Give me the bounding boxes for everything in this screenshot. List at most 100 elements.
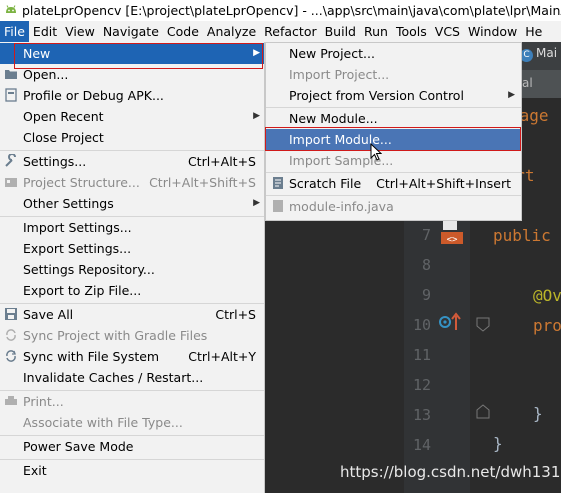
file-menu-item-label: New [23, 46, 51, 61]
watermark-text: https://blog.csdn.net/dwh1314 [340, 463, 561, 481]
file-menu-item-label: Sync Project with Gradle Files [23, 328, 208, 343]
file-menu-item-label: Associate with File Type... [23, 415, 183, 430]
file-menu-item-label: Invalidate Caches / Restart... [23, 370, 204, 385]
submenu-item-shortcut: Ctrl+Alt+Shift+Insert [376, 176, 511, 191]
fold-end-icon[interactable] [475, 404, 491, 420]
file-menu-item-power-save[interactable]: Power Save Mode [0, 436, 264, 457]
file-menu-item-label: Print... [23, 394, 64, 409]
gradle-sync-icon [4, 328, 18, 342]
new-submenu-item-scratch-file[interactable]: Scratch File Ctrl+Alt+Shift+Insert [266, 173, 521, 194]
menu-file[interactable]: File [0, 21, 29, 42]
save-icon [4, 307, 18, 321]
line-number: 9 [421, 286, 431, 304]
submenu-arrow-icon: ▶ [253, 198, 260, 208]
line-number: 7 [421, 226, 431, 244]
file-menu-item-label: Export Settings... [23, 241, 132, 256]
menu-window[interactable]: Window [464, 21, 521, 42]
submenu-item-label: New Project... [289, 46, 375, 61]
new-submenu-item-new-project[interactable]: New Project... [266, 43, 521, 64]
file-menu-item-settings[interactable]: Settings... Ctrl+Alt+S [0, 151, 264, 172]
submenu-item-label: New Module... [289, 111, 378, 126]
file-menu-item-project-structure[interactable]: Project Structure... Ctrl+Alt+Shift+S [0, 172, 264, 193]
menu-code[interactable]: Code [163, 21, 203, 42]
override-gutter-icon[interactable] [437, 310, 461, 334]
file-menu-item-sync-gradle[interactable]: Sync Project with Gradle Files [0, 325, 264, 346]
java-file-icon [271, 199, 285, 213]
android-studio-icon [6, 4, 16, 13]
wrench-icon [4, 153, 18, 168]
new-submenu-item-import-sample[interactable]: Import Sample... [266, 150, 521, 171]
file-menu-item-label: Power Save Mode [23, 439, 134, 454]
file-menu-item-label: Project Structure... [23, 175, 140, 190]
file-menu-item-profile-apk[interactable]: Profile or Debug APK... [0, 85, 264, 106]
submenu-item-label: Scratch File [289, 176, 362, 191]
menu-analyze[interactable]: Analyze [203, 21, 260, 42]
file-menu-item-sync-filesystem[interactable]: Sync with File System Ctrl+Alt+Y [0, 346, 264, 367]
file-menu-item-shortcut: Ctrl+S [215, 307, 256, 322]
menu-bar: File Edit View Navigate Code Analyze Ref… [0, 21, 561, 42]
file-menu-item-settings-repository[interactable]: Settings Repository... [0, 259, 264, 280]
file-menu-item-label: Other Settings [23, 196, 114, 211]
editor-tab-label: Mai [536, 46, 558, 60]
editor-tab-mainactivity[interactable]: C Mai [520, 46, 557, 62]
window-title: plateLprOpencv [E:\project\plateLprOpenc… [22, 3, 561, 18]
new-submenu-item-import-module[interactable]: Import Module... [266, 129, 521, 150]
line-number: 8 [421, 256, 431, 274]
menu-tools[interactable]: Tools [392, 21, 431, 42]
file-menu-item-label: Settings... [23, 154, 87, 169]
file-menu-item-label: Sync with File System [23, 349, 160, 364]
file-menu-item-print[interactable]: Print... [0, 391, 264, 412]
file-menu-item-export-zip[interactable]: Export to Zip File... [0, 280, 264, 301]
project-structure-icon [4, 175, 18, 189]
title-bar: plateLprOpencv [E:\project\plateLprOpenc… [0, 0, 561, 21]
file-menu-item-new[interactable]: New ▶ [0, 43, 264, 64]
file-menu-item-open-recent[interactable]: Open Recent ▶ [0, 106, 264, 127]
svg-text:<>: <> [447, 235, 458, 245]
menu-refactor[interactable]: Refactor [260, 21, 320, 42]
code-line: } [493, 434, 503, 453]
editor-tab-secondary-label: al [522, 76, 533, 90]
new-submenu: New Project... Import Project... Project… [265, 42, 522, 221]
menu-edit[interactable]: Edit [29, 21, 61, 42]
code-line: public [493, 226, 551, 245]
code-line: pro [533, 316, 561, 335]
file-menu-item-import-settings[interactable]: Import Settings... [0, 217, 264, 238]
new-submenu-item-new-module[interactable]: New Module... [266, 108, 521, 129]
file-menu-item-shortcut: Ctrl+Alt+Y [188, 349, 256, 364]
file-menu-item-label: Close Project [23, 130, 104, 145]
file-menu-item-close-project[interactable]: Close Project [0, 127, 264, 148]
file-menu-item-open[interactable]: Open... [0, 64, 264, 85]
menu-help[interactable]: He [521, 21, 546, 42]
menu-navigate[interactable]: Navigate [99, 21, 163, 42]
line-number: 12 [412, 376, 431, 394]
menu-build[interactable]: Build [321, 21, 360, 42]
sync-icon [4, 349, 18, 363]
new-submenu-item-import-project[interactable]: Import Project... [266, 64, 521, 85]
print-icon [4, 394, 18, 408]
file-menu-item-save-all[interactable]: Save All Ctrl+S [0, 304, 264, 325]
file-menu-item-label: Settings Repository... [23, 262, 155, 277]
file-menu-item-invalidate-caches[interactable]: Invalidate Caches / Restart... [0, 367, 264, 388]
mouse-cursor-icon [370, 143, 382, 161]
line-number: 14 [412, 436, 431, 454]
apk-icon [4, 88, 18, 102]
submenu-item-label: module-info.java [289, 199, 394, 214]
submenu-arrow-icon: ▶ [253, 111, 260, 121]
file-menu-item-export-settings[interactable]: Export Settings... [0, 238, 264, 259]
menu-vcs[interactable]: VCS [431, 21, 464, 42]
submenu-arrow-icon: ▶ [253, 48, 260, 58]
line-number: 13 [412, 406, 431, 424]
new-submenu-item-module-info[interactable]: module-info.java [266, 196, 521, 217]
file-menu-item-label: Import Settings... [23, 220, 132, 235]
file-menu-item-associate-file-type[interactable]: Associate with File Type... [0, 412, 264, 433]
line-number: 11 [412, 346, 431, 364]
fold-icon[interactable] [475, 316, 491, 332]
new-submenu-item-vcs[interactable]: Project from Version Control ▶ [266, 85, 521, 106]
menu-run[interactable]: Run [360, 21, 392, 42]
file-menu-item-label: Export to Zip File... [23, 283, 142, 298]
file-menu-item-label: Open Recent [23, 109, 104, 124]
menu-view[interactable]: View [61, 21, 99, 42]
file-menu-item-other-settings[interactable]: Other Settings ▶ [0, 193, 264, 214]
file-menu-item-exit[interactable]: Exit [0, 460, 264, 481]
scratch-file-icon [271, 176, 285, 190]
